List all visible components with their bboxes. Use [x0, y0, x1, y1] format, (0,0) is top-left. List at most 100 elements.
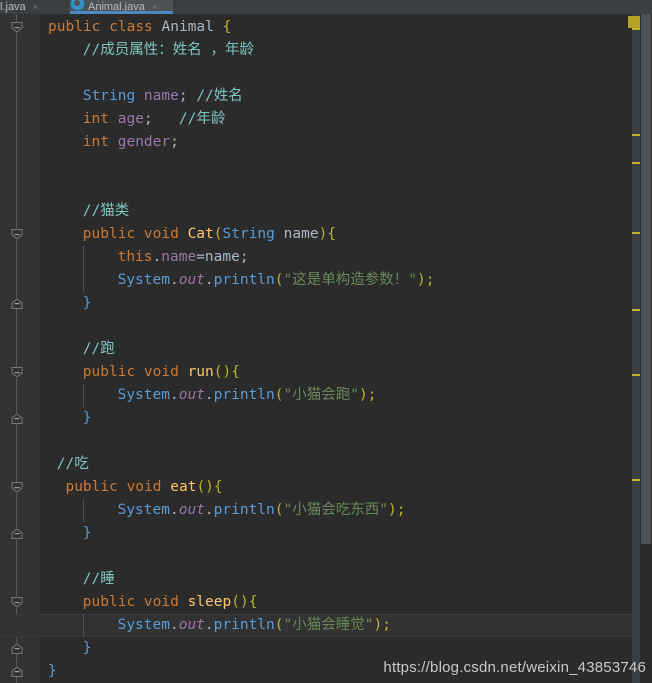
code-line[interactable]: }	[40, 292, 92, 315]
code-line[interactable]: System.out.println("小猫会跑");	[40, 384, 377, 407]
code-token: System	[117, 617, 170, 633]
code-fold-toggle-icon[interactable]	[11, 229, 23, 240]
code-line[interactable]	[40, 62, 48, 85]
code-editor[interactable]: public class Animal {//成员属性：姓名 ，年龄 String…	[0, 14, 652, 683]
code-line[interactable]: public void sleep(){	[40, 591, 258, 614]
code-fold-toggle-icon[interactable]	[11, 22, 23, 33]
code-token: out	[178, 502, 205, 518]
code-line[interactable]	[40, 545, 48, 568]
indent-guide	[82, 246, 84, 292]
code-line[interactable]: int gender;	[40, 131, 179, 154]
code-token: int	[82, 134, 109, 150]
code-token: name	[283, 226, 319, 242]
code-line[interactable]: String name; //姓名	[40, 85, 243, 108]
code-token: (	[231, 594, 240, 610]
code-fold-toggle-icon[interactable]	[11, 413, 23, 424]
code-token: )	[416, 272, 426, 288]
code-fold-toggle-icon[interactable]	[11, 643, 23, 654]
code-line[interactable]: //成员属性：姓名 ，年龄	[40, 39, 254, 62]
code-token: //年龄	[178, 111, 226, 127]
code-token: void	[143, 364, 179, 380]
marker-stripe[interactable]	[632, 232, 640, 234]
code-token: )	[222, 364, 232, 380]
code-fold-toggle-icon[interactable]	[11, 666, 23, 677]
editor-tab-bar: l.java × Animal.java ×	[0, 0, 652, 14]
close-icon[interactable]: ×	[33, 2, 38, 12]
code-token: age	[117, 111, 144, 127]
code-token: (	[213, 226, 223, 242]
code-line[interactable]: public void run(){	[40, 361, 240, 384]
code-token: }	[82, 410, 92, 426]
code-line[interactable]: System.out.println("小猫会睡觉");	[40, 614, 391, 637]
code-line[interactable]: }	[40, 637, 92, 660]
code-line[interactable]: //睡	[40, 568, 115, 591]
marker-stripe[interactable]	[632, 309, 640, 311]
code-line[interactable]	[40, 177, 48, 200]
code-line[interactable]: }	[40, 660, 57, 683]
code-line[interactable]: }	[40, 407, 92, 430]
code-fold-toggle-icon[interactable]	[11, 482, 23, 493]
marker-stripe[interactable]	[632, 479, 640, 481]
indent-guide	[82, 384, 84, 407]
code-token: .	[169, 617, 179, 633]
code-token: Animal	[161, 19, 214, 35]
marker-rail[interactable]	[632, 14, 652, 683]
code-line[interactable]: public class Animal {	[40, 16, 231, 39]
marker-stripe[interactable]	[632, 374, 640, 376]
code-token: int	[82, 111, 109, 127]
code-line[interactable]: //跑	[40, 338, 115, 361]
code-text-area[interactable]: public class Animal {//成员属性：姓名 ，年龄 String…	[0, 14, 652, 683]
marker-stripe[interactable]	[632, 134, 640, 136]
scrollbar-thumb[interactable]	[641, 14, 651, 544]
code-fold-toggle-icon[interactable]	[11, 367, 23, 378]
watermark-url: https://blog.csdn.net/weixin_43853746	[383, 659, 646, 676]
code-fold-toggle-icon[interactable]	[11, 528, 23, 539]
code-token: (	[274, 272, 284, 288]
code-token: (	[196, 479, 206, 495]
tab-inactive-file[interactable]: l.java ×	[0, 0, 44, 14]
code-token: ;	[396, 502, 406, 518]
code-token: System	[117, 272, 170, 288]
code-line[interactable]	[40, 154, 48, 177]
code-token: }	[82, 525, 92, 541]
marker-stripe[interactable]	[632, 162, 640, 164]
code-line[interactable]: int age; //年龄	[40, 108, 226, 131]
code-line[interactable]: public void Cat(String name){	[40, 223, 336, 246]
code-line[interactable]	[40, 315, 48, 338]
code-line[interactable]: }	[40, 522, 92, 545]
code-token: name	[161, 249, 197, 265]
code-line[interactable]: public void eat(){	[40, 476, 222, 499]
code-token: }	[48, 663, 57, 679]
code-token: )	[373, 617, 383, 633]
editor-gutter[interactable]	[0, 14, 40, 683]
indent-guide	[82, 499, 84, 522]
code-line[interactable]: System.out.println("小猫会吃东西");	[40, 499, 406, 522]
code-token: ;	[143, 111, 153, 127]
code-token: Cat	[187, 226, 214, 242]
code-token: .	[169, 502, 179, 518]
code-line[interactable]: //吃	[40, 453, 89, 476]
code-fold-toggle-icon[interactable]	[11, 597, 23, 608]
code-line[interactable]	[40, 430, 48, 453]
code-token: "这是单构造参数！"	[283, 272, 417, 288]
code-token: .	[204, 617, 214, 633]
code-fold-toggle-icon[interactable]	[11, 298, 23, 309]
code-line[interactable]: //猫类	[40, 200, 129, 223]
code-token: //姓名	[196, 88, 243, 104]
code-line[interactable]: this.name=name;	[40, 246, 249, 269]
code-token: public	[82, 226, 136, 242]
code-token: )	[358, 387, 368, 403]
code-token: println	[213, 272, 275, 288]
marker-stripe[interactable]	[632, 28, 640, 30]
code-line[interactable]: System.out.println("这是单构造参数！");	[40, 269, 435, 292]
code-token: ;	[425, 272, 435, 288]
marker-stripe[interactable]	[628, 16, 640, 28]
